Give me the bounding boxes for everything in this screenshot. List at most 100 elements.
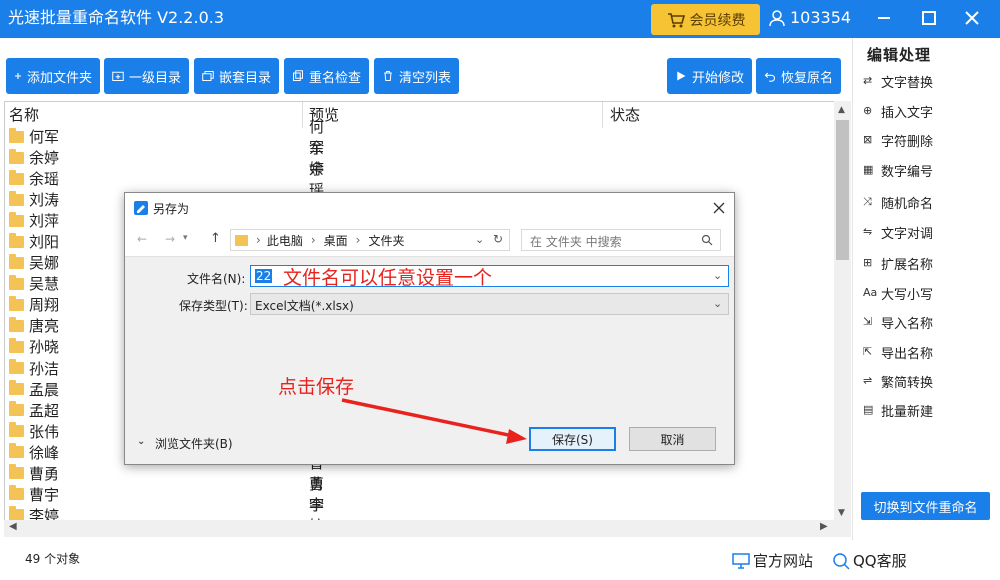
qq-support-link[interactable]: QQ客服: [832, 550, 907, 571]
app-title: 光速批量重命名软件 V2.2.0.3: [8, 8, 225, 27]
close-icon[interactable]: [712, 201, 726, 215]
list-item[interactable]: 刘涛: [9, 189, 59, 210]
list-item[interactable]: 刘阳: [9, 231, 59, 252]
sidebar-item[interactable]: ⇲ 导入名称: [863, 313, 933, 332]
switch-mode-button[interactable]: 切换到文件重命名: [861, 492, 990, 520]
folder-icon: [9, 401, 24, 417]
chevron-down-icon[interactable]: ⌄: [475, 233, 484, 246]
search-icon[interactable]: [701, 234, 713, 246]
folder-icon: [9, 211, 24, 227]
up-arrow-icon[interactable]: ↑: [210, 231, 221, 246]
item-name: 刘萍: [29, 212, 60, 231]
sidebar-item-label: 字符删除: [881, 135, 934, 150]
breadcrumb-folder[interactable]: 文件夹: [368, 232, 404, 249]
chevron-down-icon[interactable]: ⌄: [713, 297, 722, 310]
list-item[interactable]: 曹勇曹勇: [9, 454, 324, 493]
close-icon[interactable]: [962, 8, 982, 28]
list-item[interactable]: 孙晓: [9, 336, 59, 357]
minimize-icon[interactable]: [874, 8, 894, 28]
rename-check-button[interactable]: 重名检查: [284, 58, 369, 94]
sidebar-item[interactable]: ⊕ 插入文字: [863, 102, 933, 121]
breadcrumb-this-pc[interactable]: 此电脑: [267, 232, 303, 249]
list-item[interactable]: 刘萍: [9, 210, 59, 231]
horizontal-scrollbar[interactable]: [4, 520, 834, 537]
list-item[interactable]: 孟超: [9, 400, 59, 421]
forward-arrow-icon[interactable]: →: [165, 232, 175, 246]
website-link[interactable]: 官方网站: [732, 550, 813, 571]
add-folder-label: 添加文件夹: [26, 70, 92, 86]
vip-renew-button[interactable]: 会员续费: [651, 4, 760, 35]
add-folder-button[interactable]: 添加文件夹: [6, 58, 100, 94]
nested-folder-button[interactable]: 嵌套目录: [194, 58, 279, 94]
chevron-down-icon[interactable]: ▾: [183, 233, 188, 243]
maximize-icon[interactable]: [919, 8, 939, 28]
item-name: 孙洁: [29, 359, 60, 378]
path-breadcrumb[interactable]: › 此电脑 › 桌面 › 文件夹 ⌄ ↻: [230, 229, 510, 251]
annotation-filename-hint: 文件名可以任意设置一个: [283, 267, 493, 289]
list-item[interactable]: 余瑶 余瑶: [9, 160, 324, 199]
folder-icon: [9, 295, 24, 311]
list-item[interactable]: 曹宇 曹宇: [9, 475, 324, 514]
scroll-thumb[interactable]: [836, 120, 849, 260]
browse-folders-toggle[interactable]: 浏览文件夹(B): [155, 435, 233, 452]
sidebar-item-label: 导入名称: [881, 317, 934, 332]
breadcrumb-desktop[interactable]: 桌面: [324, 232, 348, 249]
chevron-down-icon[interactable]: ⌄: [137, 436, 145, 447]
scroll-up-icon[interactable]: ▲: [838, 105, 845, 115]
list-item[interactable]: 余婷 余婷: [9, 139, 324, 178]
item-name: 张伟: [29, 422, 60, 441]
sidebar-item[interactable]: ▤ 批量新建: [863, 401, 933, 420]
scroll-left-icon[interactable]: ◀: [9, 521, 17, 532]
scroll-right-icon[interactable]: ▶: [820, 521, 828, 532]
clear-list-button[interactable]: 清空列表: [374, 58, 459, 94]
first-level-button[interactable]: 一级目录: [104, 58, 189, 94]
sidebar-item[interactable]: ⊠ 字符删除: [863, 131, 933, 150]
vip-label: 会员续费: [689, 12, 746, 29]
back-arrow-icon[interactable]: ←: [137, 232, 147, 246]
column-header-status[interactable]: 状态: [610, 104, 640, 125]
folder-icon: [9, 464, 24, 480]
column-divider[interactable]: [602, 102, 603, 128]
save-button[interactable]: 保存(S): [529, 427, 616, 451]
sidebar-item[interactable]: ▦ 数字编号: [863, 161, 933, 180]
list-item[interactable]: 周翔: [9, 294, 59, 315]
play-icon: [677, 71, 686, 81]
sidebar-item[interactable]: ⊞ 扩展名称: [863, 254, 933, 273]
cancel-button[interactable]: 取消: [629, 427, 716, 451]
filetype-select[interactable]: Excel文档(*.xlsx) ⌄: [250, 293, 729, 315]
case-icon: Aa: [863, 286, 878, 299]
scroll-down-icon[interactable]: ▼: [838, 508, 845, 518]
sidebar-item[interactable]: ⇌ 繁简转换: [863, 372, 933, 391]
list-item[interactable]: 孟晨: [9, 379, 59, 400]
list-item[interactable]: 吴娜: [9, 252, 59, 273]
filetype-value: Excel文档(*.xlsx): [255, 299, 354, 313]
sidebar-item[interactable]: ⇱ 导出名称: [863, 343, 933, 362]
folder-icon: [9, 337, 24, 353]
user-account[interactable]: 103354: [768, 8, 851, 27]
column-header-name[interactable]: 名称: [9, 104, 39, 125]
list-item[interactable]: 吴慧: [9, 273, 59, 294]
start-button[interactable]: 开始修改: [667, 58, 752, 94]
sidebar-item[interactable]: ⇋ 文字对调: [863, 223, 933, 242]
folder-search-input[interactable]: 在 文件夹 中搜索: [521, 229, 721, 251]
restore-button[interactable]: 恢复原名: [756, 58, 841, 94]
list-item[interactable]: 孙洁: [9, 358, 59, 379]
item-name: 唐亮: [29, 317, 60, 336]
refresh-icon[interactable]: ↻: [493, 232, 503, 246]
list-item[interactable]: 徐峰: [9, 442, 59, 463]
chevron-down-icon[interactable]: ⌄: [713, 269, 722, 282]
item-name: 刘阳: [29, 233, 60, 252]
list-item[interactable]: 张伟: [9, 421, 59, 442]
file-rows: 何军 何军 余婷 余婷 余瑶 余瑶 刘涛刘萍刘阳 吴娜 吴慧 周翔唐亮 孙晓孙洁 孟晨 孟超 张伟 徐峰 曹勇…: [9, 118, 324, 535]
website-label: 官方网站: [753, 552, 814, 570]
breadcrumb-separator: ›: [355, 233, 361, 247]
list-item[interactable]: 何军 何军: [9, 118, 324, 157]
convert-icon: ⇌: [863, 374, 873, 387]
filename-label: 文件名(N):: [187, 272, 246, 286]
column-divider[interactable]: [302, 102, 303, 128]
list-item[interactable]: 唐亮: [9, 315, 59, 336]
object-count: 49 个对象: [25, 552, 81, 566]
sidebar-item[interactable]: ⤨ 随机命名: [863, 193, 933, 212]
sidebar-item[interactable]: ⇄ 文字替换: [863, 72, 933, 91]
sidebar-item[interactable]: Aa 大写小写: [863, 284, 933, 303]
